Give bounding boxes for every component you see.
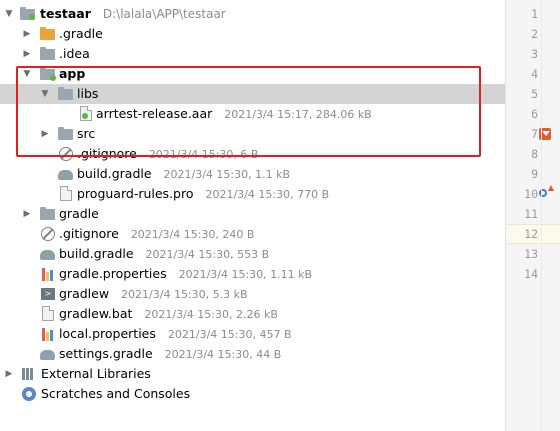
- line-number: 5: [531, 87, 538, 101]
- gradle-folder-label: gradle: [59, 206, 99, 221]
- chevron-right-icon[interactable]: ▶: [22, 44, 32, 64]
- local-properties-meta: 2021/3/4 15:30, 457 B: [167, 328, 292, 341]
- root-build-gradle-name: build.gradle: [59, 246, 134, 261]
- proguard-name: proguard-rules.pro: [77, 186, 194, 201]
- annotation-highlight-box: [16, 66, 481, 157]
- scratches-label: Scratches and Consoles: [41, 386, 191, 401]
- tree-row-scratches[interactable]: Scratches and Consoles: [0, 384, 505, 404]
- tree-row-idea[interactable]: ▶ .idea: [0, 44, 505, 64]
- tree-row-gradlew[interactable]: > gradlew 2021/3/4 15:30, 5.3 kB: [0, 284, 505, 304]
- tree-row-external-libraries[interactable]: ▶ External Libraries: [0, 364, 505, 384]
- app-build-gradle-name: build.gradle: [77, 166, 152, 181]
- line-number: 11: [524, 207, 538, 221]
- tree-row-local-properties[interactable]: local.properties 2021/3/4 15:30, 457 B: [0, 324, 505, 344]
- line-number: 9: [531, 167, 538, 181]
- editor-gutter: 1 2 3 4 5 6 7 8 9 10 11 12 13 14: [505, 0, 560, 431]
- proguard-meta: 2021/3/4 15:30, 770 B: [205, 188, 330, 201]
- gradle-elephant-icon: [40, 346, 56, 362]
- line-number: 6: [531, 107, 538, 121]
- text-file-icon: [40, 306, 56, 322]
- tree-row-root[interactable]: ▼ testaar D:\lalala\APP\testaar: [0, 4, 505, 24]
- tree-row-root-build-gradle[interactable]: build.gradle 2021/3/4 15:30, 553 B: [0, 244, 505, 264]
- properties-file-icon: [40, 266, 56, 282]
- local-properties-name: local.properties: [59, 326, 156, 341]
- gradlew-bat-meta: 2021/3/4 15:30, 2.26 kB: [144, 308, 278, 321]
- root-project-path: D:\lalala\APP\testaar: [102, 7, 226, 21]
- text-file-icon: [58, 186, 74, 202]
- folder-icon: [40, 206, 56, 222]
- line-number: 7: [531, 127, 538, 141]
- gradle-elephant-icon: [40, 246, 56, 262]
- properties-file-icon: [40, 326, 56, 342]
- root-gitignore-name: .gitignore: [59, 226, 119, 241]
- tree-row-gradle-cache[interactable]: ▶ .gradle: [0, 24, 505, 44]
- project-tree-panel: ▼ testaar D:\lalala\APP\testaar ▶ .gradl…: [0, 0, 505, 431]
- line-number: 1: [531, 7, 538, 21]
- module-folder-icon: [20, 6, 36, 22]
- app-build-gradle-meta: 2021/3/4 15:30, 1.1 kB: [163, 168, 291, 181]
- gutter-divider: [541, 0, 542, 431]
- tree-row-gradle-properties[interactable]: gradle.properties 2021/3/4 15:30, 1.11 k…: [0, 264, 505, 284]
- line-number: 4: [531, 67, 538, 81]
- root-build-gradle-meta: 2021/3/4 15:30, 553 B: [145, 248, 270, 261]
- root-gitignore-meta: 2021/3/4 15:30, 240 B: [130, 228, 255, 241]
- tree-row-root-gitignore[interactable]: .gitignore 2021/3/4 15:30, 240 B: [0, 224, 505, 244]
- tree-row-gradlew-bat[interactable]: gradlew.bat 2021/3/4 15:30, 2.26 kB: [0, 304, 505, 324]
- idea-label: .idea: [59, 46, 90, 61]
- gradle-elephant-icon: [58, 166, 74, 182]
- chevron-right-icon[interactable]: ▶: [4, 364, 14, 384]
- settings-gradle-meta: 2021/3/4 15:30, 44 B: [164, 348, 282, 361]
- chevron-right-icon[interactable]: ▶: [22, 204, 32, 224]
- line-number: 3: [531, 47, 538, 61]
- folder-icon: [40, 46, 56, 62]
- line-number: 13: [524, 247, 538, 261]
- orange-folder-icon: [40, 26, 56, 42]
- tree-row-proguard[interactable]: proguard-rules.pro 2021/3/4 15:30, 770 B: [0, 184, 505, 204]
- overriding-arrow-icon[interactable]: [548, 185, 554, 191]
- tree-row-app-build-gradle[interactable]: build.gradle 2021/3/4 15:30, 1.1 kB: [0, 164, 505, 184]
- line-number: 10: [524, 187, 538, 201]
- gradlew-name: gradlew: [59, 286, 110, 301]
- settings-gradle-name: settings.gradle: [59, 346, 153, 361]
- gradlew-bat-name: gradlew.bat: [59, 306, 133, 321]
- line-number: 14: [524, 267, 538, 281]
- scratches-icon: [22, 386, 38, 402]
- chevron-right-icon[interactable]: ▶: [22, 24, 32, 44]
- line-number: 2: [531, 27, 538, 41]
- gradle-properties-meta: 2021/3/4 15:30, 1.11 kB: [178, 268, 313, 281]
- root-project-name: testaar: [40, 6, 91, 21]
- tree-row-gradle-folder[interactable]: ▶ gradle: [0, 204, 505, 224]
- gradle-properties-name: gradle.properties: [59, 266, 167, 281]
- line-number: 12: [524, 227, 538, 241]
- external-libraries-label: External Libraries: [41, 366, 151, 381]
- gradle-cache-label: .gradle: [59, 26, 103, 41]
- chevron-down-icon[interactable]: ▼: [4, 4, 14, 24]
- terminal-icon: >: [40, 286, 56, 302]
- gitignore-icon: [40, 226, 56, 242]
- gradlew-meta: 2021/3/4 15:30, 5.3 kB: [121, 288, 248, 301]
- line-number: 8: [531, 147, 538, 161]
- tree-row-settings-gradle[interactable]: settings.gradle 2021/3/4 15:30, 44 B: [0, 344, 505, 364]
- external-libraries-icon: [22, 366, 38, 382]
